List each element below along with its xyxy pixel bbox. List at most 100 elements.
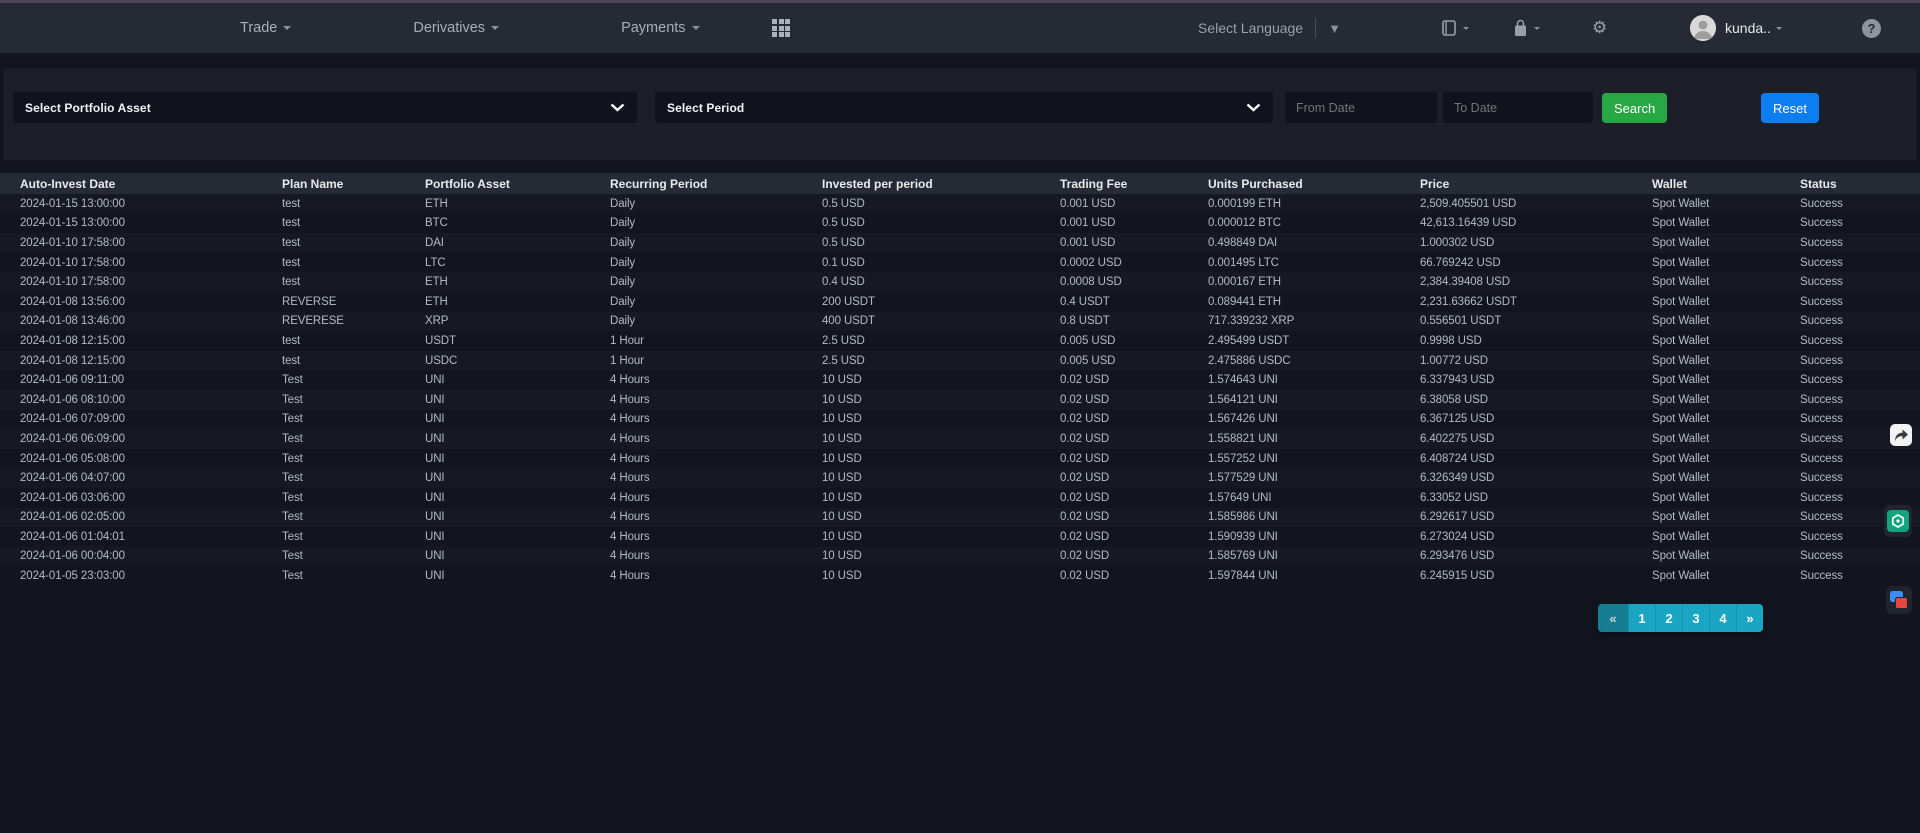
table-cell: Test [282,511,425,523]
table-cell: 1 Hour [610,355,822,367]
select-language-label[interactable]: Select Language [1198,20,1303,36]
table-cell: Spot Wallet [1652,472,1800,484]
table-cell: Success [1800,453,1920,465]
table-row: 2024-01-08 12:15:00testUSDC1 Hour2.5 USD… [0,351,1920,371]
table-cell: Success [1800,374,1920,386]
pagination-page-1[interactable]: 1 [1628,604,1655,632]
table-cell: 2024-01-06 01:04:01 [20,531,282,543]
table-cell: 4 Hours [610,472,822,484]
nav-item-payments[interactable]: Payments [621,20,699,36]
portfolio-asset-select[interactable]: Select Portfolio Asset [13,92,637,123]
table-cell: 4 Hours [610,511,822,523]
table-cell: 0.001 USD [1060,237,1208,249]
help-icon[interactable]: ? [1862,19,1881,38]
table-cell: Daily [610,296,822,308]
table-cell: Daily [610,257,822,269]
table-cell: 2,231.63662 USDT [1420,296,1652,308]
table-cell: Success [1800,472,1920,484]
table-cell: 400 USDT [822,315,1060,327]
table-cell: 0.5 USD [822,237,1060,249]
table-cell: 10 USD [822,374,1060,386]
table-cell: Daily [610,276,822,288]
table-cell: Success [1800,492,1920,504]
chatgpt-extension-button[interactable] [1884,505,1912,537]
table-cell: ETH [425,296,610,308]
pagination-prev-button[interactable]: « [1598,604,1628,632]
table-cell: 1.574643 UNI [1208,374,1420,386]
chevron-down-icon [1246,103,1261,112]
table-cell: 4 Hours [610,492,822,504]
table-cell: 0.4 USDT [1060,296,1208,308]
pagination: «1234» [1598,604,1763,632]
table-cell: 2024-01-06 04:07:00 [20,472,282,484]
column-header: Portfolio Asset [425,177,610,191]
table-row: 2024-01-10 17:58:00testDAIDaily0.5 USD0.… [0,233,1920,253]
chat-extension-button[interactable] [1886,586,1912,614]
table-cell: test [282,257,425,269]
table-cell: 6.337943 USD [1420,374,1652,386]
table-cell: 1.577529 UNI [1208,472,1420,484]
table-row: 2024-01-10 17:58:00testETHDaily0.4 USD0.… [0,272,1920,292]
table-cell: Success [1800,237,1920,249]
table-cell: Spot Wallet [1652,257,1800,269]
table-cell: USDC [425,355,610,367]
table-cell: 6.408724 USD [1420,453,1652,465]
auto-invest-history-table: Auto-Invest DatePlan NamePortfolio Asset… [0,173,1920,586]
chevron-down-icon [692,26,700,30]
table-cell: Success [1800,217,1920,229]
nav-item-label: Derivatives [413,20,485,36]
table-cell: test [282,355,425,367]
language-dropdown-icon[interactable]: ▼ [1328,21,1341,36]
table-cell: 1.000302 USD [1420,237,1652,249]
table-row: 2024-01-06 00:04:00TestUNI4 Hours10 USD0… [0,547,1920,567]
nav-item-trade[interactable]: Trade [240,20,291,36]
table-cell: 0.8 USDT [1060,315,1208,327]
table-cell: Test [282,453,425,465]
period-select[interactable]: Select Period [655,92,1273,123]
table-cell: 2024-01-08 13:46:00 [20,315,282,327]
to-date-input[interactable] [1454,101,1582,115]
search-button[interactable]: Search [1602,93,1667,123]
table-cell: 6.293476 USD [1420,550,1652,562]
reset-button[interactable]: Reset [1761,93,1819,123]
nav-item-derivatives[interactable]: Derivatives [413,20,499,36]
orders-menu[interactable] [1440,3,1469,53]
table-cell: UNI [425,531,610,543]
table-cell: 2.5 USD [822,355,1060,367]
table-cell: 0.089441 ETH [1208,296,1420,308]
table-cell: UNI [425,394,610,406]
avatar [1690,15,1716,41]
username-label: kunda.. [1725,20,1771,36]
wallet-menu[interactable] [1512,3,1540,53]
table-cell: 10 USD [822,492,1060,504]
table-cell: 4 Hours [610,550,822,562]
table-cell: 2,509.405501 USD [1420,198,1652,210]
table-cell: Test [282,492,425,504]
pagination-next-button[interactable]: » [1736,604,1763,632]
user-menu[interactable]: kunda.. [1690,3,1782,53]
pagination-page-2[interactable]: 2 [1655,604,1682,632]
pagination-page-4[interactable]: 4 [1709,604,1736,632]
language-selector: Select Language ▼ [1198,3,1341,53]
pagination-page-3[interactable]: 3 [1682,604,1709,632]
table-cell: 10 USD [822,453,1060,465]
table-cell: 0.02 USD [1060,472,1208,484]
table-cell: 2024-01-06 03:06:00 [20,492,282,504]
share-extension-button[interactable] [1890,424,1912,446]
column-header: Recurring Period [610,177,822,191]
table-cell: 717.339232 XRP [1208,315,1420,327]
column-header: Invested per period [822,177,1060,191]
table-cell: Spot Wallet [1652,453,1800,465]
table-cell: 1 Hour [610,335,822,347]
table-cell: 0.02 USD [1060,570,1208,582]
settings-gear-icon[interactable]: ⚙ [1592,18,1607,38]
chatgpt-icon [1887,510,1909,532]
table-cell: Success [1800,276,1920,288]
from-date-input[interactable] [1296,101,1426,115]
apps-grid-icon[interactable] [772,19,790,37]
table-cell: Spot Wallet [1652,511,1800,523]
table-cell: 0.02 USD [1060,394,1208,406]
table-cell: 2024-01-15 13:00:00 [20,198,282,210]
table-cell: 2.495499 USDT [1208,335,1420,347]
table-cell: 0.498849 DAI [1208,237,1420,249]
